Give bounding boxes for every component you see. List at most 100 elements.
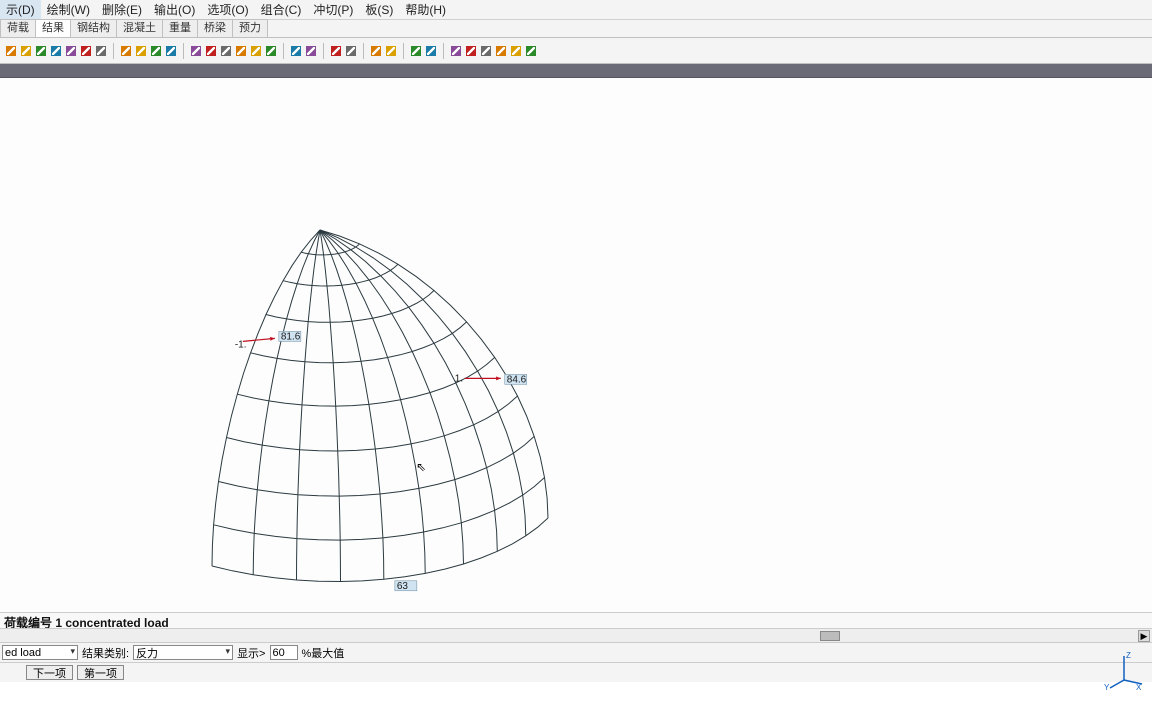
tool-3-button[interactable] [34, 44, 48, 58]
first-button[interactable]: 第一项 [77, 665, 124, 680]
tool-3-icon [36, 46, 46, 56]
tool-18-button[interactable] [289, 44, 303, 58]
tool-6-button[interactable] [79, 44, 93, 58]
tool-19-button[interactable] [304, 44, 318, 58]
tool-30-button[interactable] [509, 44, 523, 58]
tab-steel[interactable]: 钢结构 [70, 19, 117, 37]
scroll-right-arrow-icon[interactable]: ▶ [1138, 630, 1150, 642]
load-select[interactable]: ed load [2, 645, 78, 660]
tool-25-button[interactable] [424, 44, 438, 58]
tool-11-button[interactable] [164, 44, 178, 58]
tool-12-icon [191, 46, 201, 56]
tool-9-button[interactable] [134, 44, 148, 58]
tool-22-button[interactable] [369, 44, 383, 58]
svg-text:Z: Z [1126, 651, 1131, 660]
tool-14-button[interactable] [219, 44, 233, 58]
menu-combine[interactable]: 组合(C) [255, 0, 308, 20]
axis-indicator-icon: Z X Y [1104, 650, 1144, 690]
tool-2-button[interactable] [19, 44, 33, 58]
tool-21-button[interactable] [344, 44, 358, 58]
toolbar-separator [403, 43, 404, 59]
tool-26-button[interactable] [449, 44, 463, 58]
menu-draw[interactable]: 绘制(W) [41, 0, 96, 20]
tab-concrete[interactable]: 混凝土 [116, 19, 163, 37]
model-viewport[interactable]: 1.84.6-1.81.663 ⇖ [0, 78, 1152, 612]
toolbar-separator [283, 43, 284, 59]
tool-19-icon [306, 46, 316, 56]
toolbar [0, 38, 1152, 64]
tool-4-button[interactable] [49, 44, 63, 58]
tool-2-icon [21, 46, 31, 56]
tool-20-icon [331, 46, 341, 56]
tool-18-icon [291, 46, 301, 56]
toolbar-separator [183, 43, 184, 59]
tool-29-button[interactable] [494, 44, 508, 58]
tool-6-icon [81, 46, 91, 56]
result-type-label: 结果类别: [82, 645, 129, 661]
menu-help[interactable]: 帮助(H) [399, 0, 452, 20]
tab-bridge[interactable]: 桥梁 [197, 19, 233, 37]
svg-text:Y: Y [1104, 683, 1110, 690]
menu-display[interactable]: 示(D) [0, 0, 41, 20]
load-number-label: 1. [455, 373, 463, 384]
tool-17-button[interactable] [264, 44, 278, 58]
tool-10-button[interactable] [149, 44, 163, 58]
tool-28-button[interactable] [479, 44, 493, 58]
tool-8-button[interactable] [119, 44, 133, 58]
tool-7-button[interactable] [94, 44, 108, 58]
tool-23-button[interactable] [384, 44, 398, 58]
tool-27-button[interactable] [464, 44, 478, 58]
tab-weight[interactable]: 重量 [162, 19, 198, 37]
svg-text:X: X [1136, 683, 1142, 690]
tool-22-icon [371, 46, 381, 56]
tool-16-button[interactable] [249, 44, 263, 58]
tab-result[interactable]: 结果 [35, 19, 71, 37]
tab-load[interactable]: 荷载 [0, 19, 36, 37]
load-number-label: -1. [235, 339, 247, 350]
result-type-select[interactable]: 反力 [133, 645, 233, 660]
tool-8-icon [121, 46, 131, 56]
tool-5-button[interactable] [64, 44, 78, 58]
menu-delete[interactable]: 删除(E) [96, 0, 148, 20]
display-percent-input[interactable]: 60 [270, 645, 298, 660]
tool-17-icon [266, 46, 276, 56]
tool-12-button[interactable] [189, 44, 203, 58]
status-text: 荷载编号 1 concentrated load [0, 612, 1152, 628]
tool-5-icon [66, 46, 76, 56]
tool-28-icon [481, 46, 491, 56]
h-scrollbar[interactable]: ▶ [0, 628, 1152, 642]
node-label: 81.6 [281, 331, 301, 342]
tool-26-icon [451, 46, 461, 56]
tool-13-button[interactable] [204, 44, 218, 58]
tab-prestress[interactable]: 预力 [232, 19, 268, 37]
tool-9-icon [136, 46, 146, 56]
tool-1-icon [6, 46, 16, 56]
tool-21-icon [346, 46, 356, 56]
tool-24-button[interactable] [409, 44, 423, 58]
tool-24-icon [411, 46, 421, 56]
tool-15-button[interactable] [234, 44, 248, 58]
menu-punch[interactable]: 冲切(P) [307, 0, 359, 20]
tool-1-button[interactable] [4, 44, 18, 58]
tool-11-icon [166, 46, 176, 56]
tool-20-button[interactable] [329, 44, 343, 58]
menu-output[interactable]: 输出(O) [148, 0, 201, 20]
tool-30-icon [511, 46, 521, 56]
toolbar-separator [323, 43, 324, 59]
menu-plate[interactable]: 板(S) [359, 0, 399, 20]
display-label: 显示> [237, 645, 265, 661]
tool-14-icon [221, 46, 231, 56]
tool-31-button[interactable] [524, 44, 538, 58]
tool-27-icon [466, 46, 476, 56]
control-bar: ed load 结果类别: 反力 显示> 60 %最大值 [0, 642, 1152, 662]
tool-25-icon [426, 46, 436, 56]
scroll-thumb[interactable] [820, 631, 840, 641]
tool-13-icon [206, 46, 216, 56]
tool-16-icon [251, 46, 261, 56]
tool-31-icon [526, 46, 536, 56]
menu-options[interactable]: 选项(O) [201, 0, 254, 20]
tool-10-icon [151, 46, 161, 56]
tool-15-icon [236, 46, 246, 56]
next-button[interactable]: 下一项 [26, 665, 73, 680]
tool-7-icon [96, 46, 106, 56]
